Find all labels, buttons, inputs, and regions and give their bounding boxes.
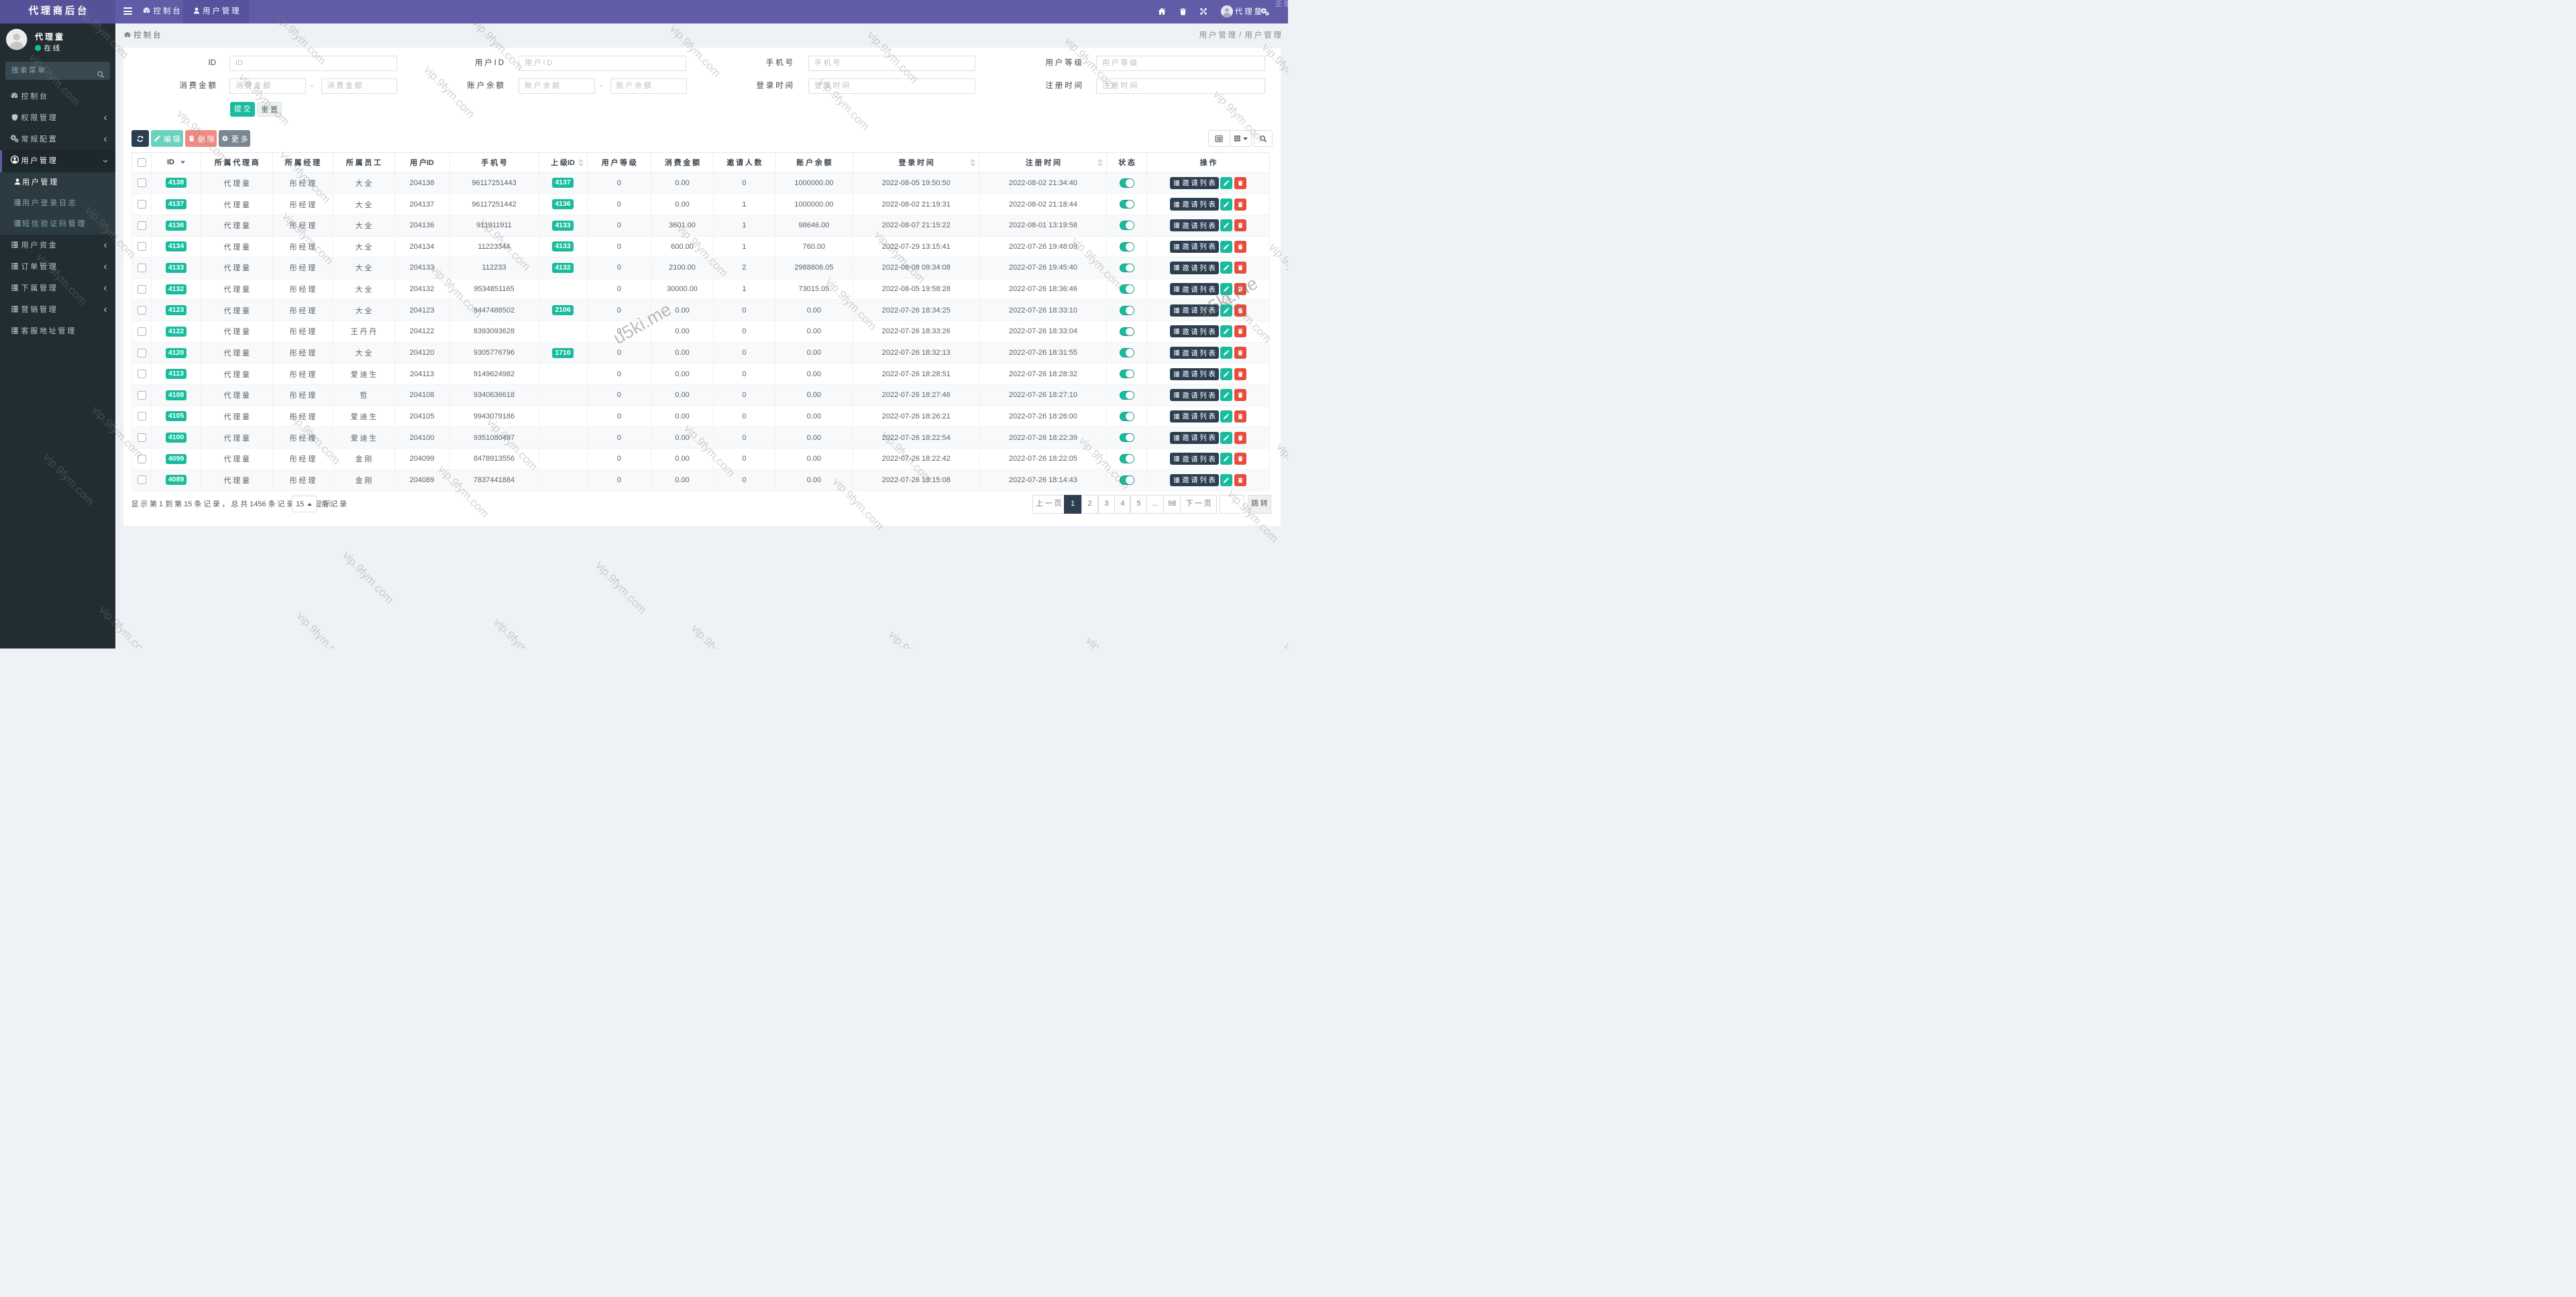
- svg-text:vip.9fym.com: vip.9fym.com: [593, 559, 649, 616]
- svg-text:vip.9fym.com: vip.9fym.com: [886, 628, 942, 648]
- svg-text:vip.9fym.com: vip.9fym.com: [689, 622, 745, 648]
- svg-text:vip.9fym.com: vip.9fym.com: [1281, 640, 1288, 648]
- svg-text:vip.9fym.com: vip.9fym.com: [340, 549, 396, 606]
- svg-text:vip.9fym.com: vip.9fym.com: [1083, 634, 1139, 648]
- svg-text:vip.9fym.com: vip.9fym.com: [294, 610, 350, 648]
- svg-text:vip.9fym.com: vip.9fym.com: [492, 616, 547, 648]
